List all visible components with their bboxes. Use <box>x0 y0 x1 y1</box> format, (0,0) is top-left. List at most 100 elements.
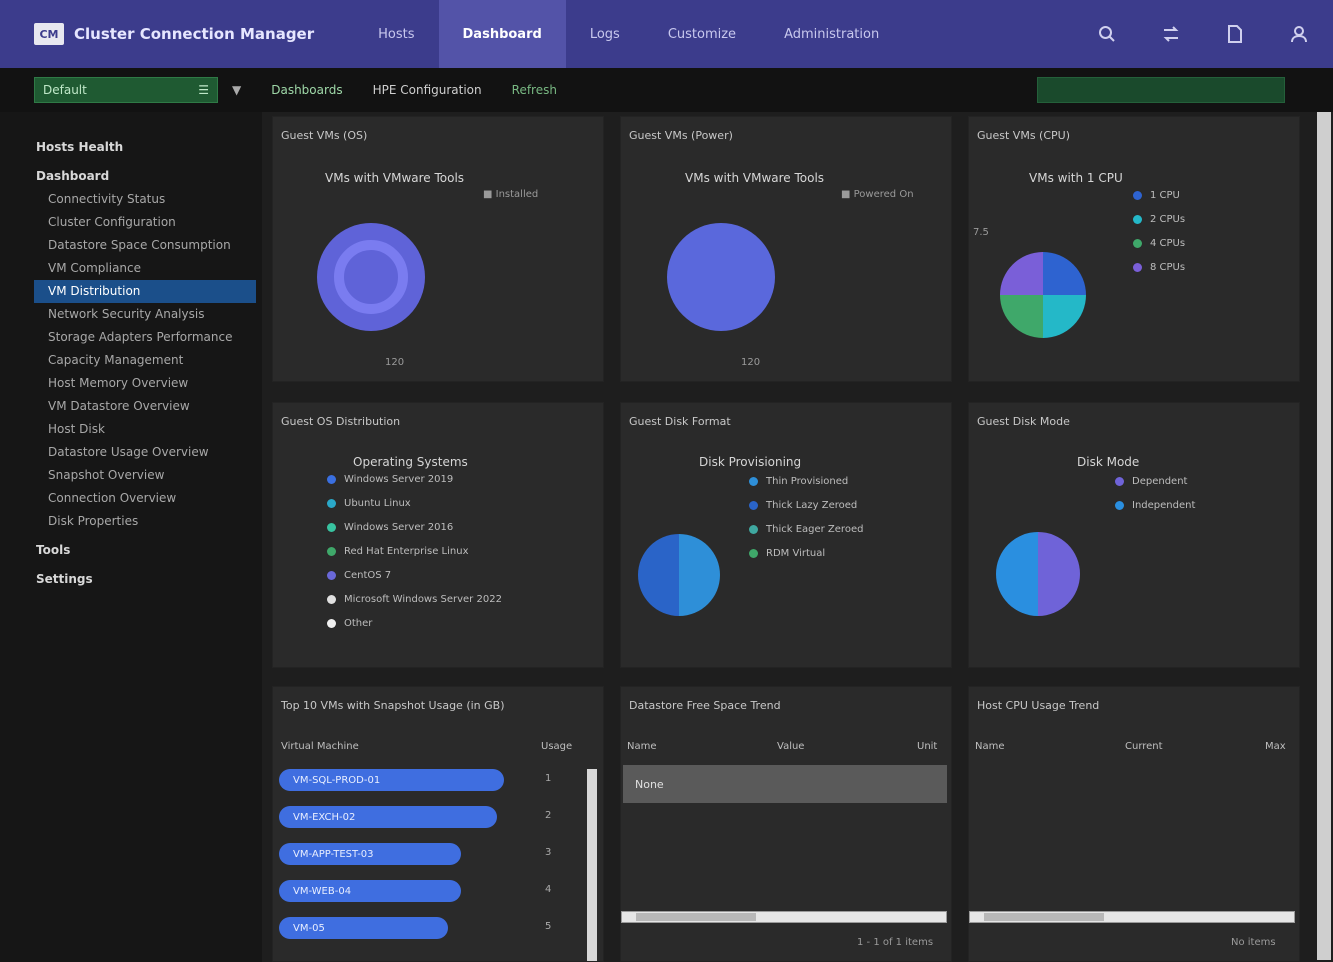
sidebar-item-dashboard[interactable]: Dashboard <box>0 159 262 188</box>
sidebar-item-datastore-space-consumption[interactable]: Datastore Space Consumption <box>0 234 262 257</box>
legend-item[interactable]: Red Hat Enterprise Linux <box>327 539 502 563</box>
user-icon[interactable] <box>1285 20 1313 48</box>
sidebar-item-vm-datastore-overview[interactable]: VM Datastore Overview <box>0 395 262 418</box>
chevron-down-icon[interactable]: ▼ <box>232 83 241 97</box>
table-row[interactable]: VM-APP-TEST-03 <box>279 843 461 865</box>
legend-item[interactable]: Windows Server 2019 <box>327 467 502 491</box>
legend-item[interactable]: 2 CPUs <box>1133 207 1185 231</box>
table-row[interactable]: VM-WEB-04 <box>279 880 461 902</box>
pie-slice[interactable] <box>1043 295 1086 338</box>
nav-tab-logs[interactable]: Logs <box>566 0 644 68</box>
legend-swatch <box>327 546 336 556</box>
legend-item[interactable]: Thick Lazy Zeroed <box>749 493 863 517</box>
legend-item[interactable]: Ubuntu Linux <box>327 491 502 515</box>
sidebar-item-hosts-health[interactable]: Hosts Health <box>0 130 262 159</box>
pie-slice[interactable] <box>1043 252 1086 295</box>
column-header-unit[interactable]: Unit <box>917 741 937 752</box>
column-header-name[interactable]: Name <box>975 741 1005 752</box>
table-row[interactable]: VM-05 <box>279 917 448 939</box>
scrollbar-thumb[interactable] <box>984 913 1104 921</box>
sidebar-item-capacity-management[interactable]: Capacity Management <box>0 349 262 372</box>
context-select[interactable]: Default ☰ <box>34 77 218 103</box>
nav-tabs: Hosts Dashboard Logs Customize Administratio… <box>354 0 903 68</box>
legend-swatch <box>327 594 336 604</box>
table-row[interactable]: VM-SQL-PROD-01 <box>279 769 504 791</box>
pie-slice[interactable] <box>1000 295 1043 338</box>
legend-item[interactable]: Windows Server 2016 <box>327 515 502 539</box>
transfer-icon[interactable] <box>1157 20 1185 48</box>
sidebar-item-network-security-analysis[interactable]: Network Security Analysis <box>0 303 262 326</box>
legend-swatch <box>1133 238 1142 248</box>
pie-heading: VMs with VMware Tools <box>685 171 825 185</box>
legend-item[interactable]: Other <box>327 611 502 635</box>
sidebar-item-settings[interactable]: Settings <box>0 562 262 591</box>
legend-label: Microsoft Windows Server 2022 <box>344 593 502 605</box>
legend-label: Thin Provisioned <box>766 475 849 487</box>
sidebar-item-connectivity-status[interactable]: Connectivity Status <box>0 188 262 211</box>
pie-slice[interactable] <box>679 534 720 616</box>
legend-item[interactable]: Independent <box>1115 493 1195 517</box>
pie-chart[interactable] <box>315 221 427 333</box>
sidebar-item-vm-compliance[interactable]: VM Compliance <box>0 257 262 280</box>
pie-side-label: 7.5 <box>973 227 989 238</box>
pie-slice[interactable] <box>1038 532 1080 616</box>
column-header-name[interactable]: Name <box>627 741 657 752</box>
column-header-usage[interactable]: Usage <box>541 741 572 752</box>
legend-label: 8 CPUs <box>1150 261 1186 273</box>
legend-item[interactable]: CentOS 7 <box>327 563 502 587</box>
pie-chart[interactable] <box>665 221 777 333</box>
legend-item[interactable]: Dependent <box>1115 469 1195 493</box>
sidebar-item-datastore-usage-overview[interactable]: Datastore Usage Overview <box>0 441 262 464</box>
sidebar-item-host-memory-overview[interactable]: Host Memory Overview <box>0 372 262 395</box>
sidebar-item-tools[interactable]: Tools <box>0 533 262 562</box>
legend-item[interactable]: 1 CPU <box>1133 183 1185 207</box>
legend-swatch <box>749 500 758 510</box>
pie-footer: 120 <box>741 357 761 368</box>
sidebar-item-storage-adapters-performance[interactable]: Storage Adapters Performance <box>0 326 262 349</box>
scrollbar-thumb[interactable] <box>636 913 756 921</box>
dashboards-link[interactable]: Dashboards <box>271 83 342 97</box>
sidebar-item-host-disk[interactable]: Host Disk <box>0 418 262 441</box>
usage-cell: 2 <box>545 810 552 821</box>
legend-swatch <box>327 618 336 628</box>
refresh-link[interactable]: Refresh <box>512 83 557 97</box>
legend-item[interactable]: Thick Eager Zeroed <box>749 517 863 541</box>
horizontal-scrollbar[interactable] <box>621 911 947 923</box>
sidebar-item-vm-distribution[interactable]: VM Distribution <box>34 280 256 303</box>
pie-chart[interactable] <box>995 531 1081 617</box>
document-icon[interactable] <box>1221 20 1249 48</box>
legend-item[interactable]: Thin Provisioned <box>749 469 863 493</box>
legend-item[interactable]: 4 CPUs <box>1133 231 1185 255</box>
sidebar-item-connection-overview[interactable]: Connection Overview <box>0 487 262 510</box>
pie-heading: Disk Mode <box>1077 455 1140 469</box>
app-logo[interactable]: CM Cluster Connection Manager <box>34 23 314 45</box>
pie-chart[interactable] <box>637 533 721 617</box>
column-header-vm[interactable]: Virtual Machine <box>281 741 359 752</box>
sidebar-item-snapshot-overview[interactable]: Snapshot Overview <box>0 464 262 487</box>
toolbar-search-input[interactable] <box>1037 77 1285 103</box>
table-scrollbar[interactable] <box>587 769 597 961</box>
pie-chart[interactable] <box>999 251 1087 339</box>
nav-tab-dashboard[interactable]: Dashboard <box>438 0 566 68</box>
column-header-value[interactable]: Value <box>777 741 804 752</box>
hpe-configuration-link[interactable]: HPE Configuration <box>373 83 482 97</box>
table-row[interactable]: VM-EXCH-02 <box>279 806 497 828</box>
column-header-max[interactable]: Max <box>1265 741 1286 752</box>
sidebar-item-disk-properties[interactable]: Disk Properties <box>0 510 262 533</box>
column-header-current[interactable]: Current <box>1125 741 1163 752</box>
table-row[interactable]: None <box>623 765 947 803</box>
legend-item[interactable]: RDM Virtual <box>749 541 863 565</box>
nav-tab-hosts[interactable]: Hosts <box>354 0 438 68</box>
nav-tab-customize[interactable]: Customize <box>644 0 760 68</box>
page-scrollbar[interactable] <box>1317 112 1331 960</box>
nav-tab-administration[interactable]: Administration <box>760 0 903 68</box>
pie-slice[interactable] <box>996 532 1038 616</box>
legend-item[interactable]: Microsoft Windows Server 2022 <box>327 587 502 611</box>
pie-slice[interactable] <box>638 534 679 616</box>
sidebar-item-cluster-configuration[interactable]: Cluster Configuration <box>0 211 262 234</box>
panel-guest-disk-format: Guest Disk Format Disk Provisioning Thin… <box>620 402 952 668</box>
horizontal-scrollbar[interactable] <box>969 911 1295 923</box>
pie-slice[interactable] <box>1000 252 1043 295</box>
search-icon[interactable] <box>1093 20 1121 48</box>
legend-item[interactable]: 8 CPUs <box>1133 255 1185 279</box>
